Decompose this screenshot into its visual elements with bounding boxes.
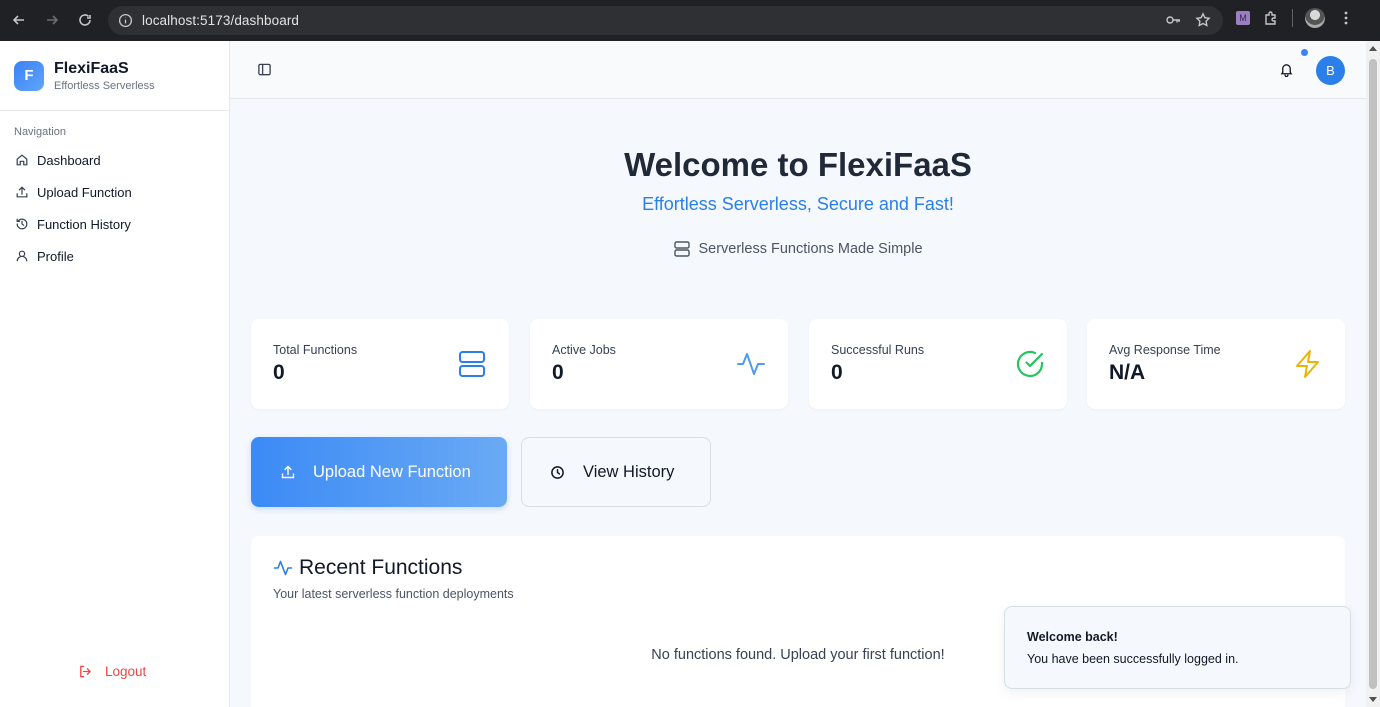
brand-tagline: Effortless Serverless	[54, 79, 155, 92]
home-icon	[16, 154, 28, 166]
upload-icon	[16, 186, 28, 198]
scroll-down-arrow[interactable]	[1369, 697, 1377, 702]
address-bar[interactable]: localhost:5173/dashboard	[108, 6, 1223, 35]
back-button[interactable]	[3, 4, 35, 36]
sidebar-item-profile[interactable]: Profile	[0, 240, 229, 272]
extension-icon[interactable]: M	[1236, 11, 1250, 25]
stat-label: Active Jobs	[552, 343, 616, 357]
history-icon	[16, 218, 28, 230]
toolbar-divider	[1292, 9, 1293, 27]
upload-button-label: Upload New Function	[313, 462, 471, 481]
sidebar-item-function-history[interactable]: Function History	[0, 208, 229, 240]
toast-notification[interactable]: Welcome back! You have been successfully…	[1004, 606, 1351, 689]
arrow-left-icon	[12, 15, 24, 25]
sidebar-item-label: Profile	[37, 248, 74, 264]
stat-card-successful-runs: Successful Runs 0	[809, 319, 1067, 409]
stat-label: Avg Response Time	[1109, 343, 1221, 357]
stat-card-total-functions: Total Functions 0	[251, 319, 509, 409]
info-icon[interactable]	[118, 13, 133, 28]
sidebar-item-upload-function[interactable]: Upload Function	[0, 176, 229, 208]
stat-value: 0	[273, 361, 285, 384]
zap-icon	[1296, 350, 1319, 378]
sidebar-item-label: Function History	[37, 216, 131, 232]
hero-tagline: Serverless Functions Made Simple	[230, 240, 1366, 258]
upload-new-function-button[interactable]: Upload New Function	[251, 437, 507, 507]
check-circle-icon	[1016, 350, 1044, 378]
upload-icon	[281, 465, 295, 479]
browser-profile-avatar[interactable]	[1305, 8, 1325, 28]
sidebar-item-label: Upload Function	[37, 184, 132, 200]
browser-toolbar: localhost:5173/dashboard M	[0, 0, 1380, 41]
clock-icon	[551, 465, 564, 479]
nav-heading: Navigation	[14, 126, 66, 138]
sidebar-item-dashboard[interactable]: Dashboard	[0, 144, 229, 176]
kebab-menu-icon[interactable]	[1337, 9, 1355, 27]
recent-functions-heading: Recent Functions	[273, 556, 462, 580]
logout-button[interactable]: Logout	[78, 664, 146, 679]
server-icon	[674, 241, 691, 257]
arrow-right-icon	[47, 15, 59, 25]
key-icon[interactable]	[1165, 12, 1181, 28]
url-text: localhost:5173/dashboard	[142, 13, 300, 28]
stat-label: Total Functions	[273, 343, 358, 357]
view-history-button[interactable]: View History	[521, 437, 711, 507]
recent-functions-subtitle: Your latest serverless function deployme…	[273, 587, 514, 601]
user-icon	[16, 250, 28, 262]
forward-button[interactable]	[36, 4, 68, 36]
top-header: B	[230, 41, 1366, 99]
stat-card-avg-response-time: Avg Response Time N/A	[1087, 319, 1345, 409]
stat-value: 0	[552, 361, 564, 384]
brand-name: FlexiFaaS	[54, 59, 129, 77]
view-history-label: View History	[583, 462, 675, 481]
puzzle-icon[interactable]	[1262, 9, 1280, 27]
sidebar-nav: Dashboard Upload Function Function Histo…	[0, 144, 229, 272]
sidebar-toggle-icon[interactable]	[257, 62, 272, 77]
toast-title: Welcome back!	[1027, 630, 1118, 644]
stat-value: 0	[831, 361, 843, 384]
avatar[interactable]: B	[1316, 56, 1345, 85]
app-viewport: F FlexiFaaS Effortless Serverless Naviga…	[0, 41, 1366, 707]
star-icon[interactable]	[1195, 12, 1211, 28]
hero-subtitle: Effortless Serverless, Secure and Fast!	[642, 194, 954, 214]
sidebar: F FlexiFaaS Effortless Serverless Naviga…	[0, 41, 230, 707]
scroll-up-arrow[interactable]	[1369, 46, 1377, 51]
page-scrollbar[interactable]	[1366, 41, 1380, 707]
activity-icon	[273, 560, 293, 576]
reload-button[interactable]	[69, 4, 101, 36]
toast-message: You have been successfully logged in.	[1027, 652, 1239, 666]
logout-label: Logout	[105, 664, 147, 679]
sidebar-item-label: Dashboard	[37, 152, 101, 168]
stat-label: Successful Runs	[831, 343, 925, 357]
bell-icon[interactable]	[1279, 62, 1294, 77]
brand[interactable]: F FlexiFaaS Effortless Serverless	[0, 41, 229, 111]
brand-logo: F	[14, 60, 44, 91]
log-out-icon	[80, 665, 92, 678]
scrollbar-thumb[interactable]	[1369, 59, 1377, 689]
recent-functions-title: Recent Functions	[299, 556, 463, 579]
server-icon	[459, 351, 485, 377]
stat-card-active-jobs: Active Jobs 0	[530, 319, 788, 409]
page-title: Welcome to FlexiFaaS	[624, 146, 972, 183]
hero-tagline-text: Serverless Functions Made Simple	[698, 241, 923, 257]
stat-value: N/A	[1109, 361, 1146, 384]
reload-icon	[79, 14, 91, 26]
activity-icon	[737, 353, 765, 375]
notification-dot	[1301, 49, 1308, 56]
